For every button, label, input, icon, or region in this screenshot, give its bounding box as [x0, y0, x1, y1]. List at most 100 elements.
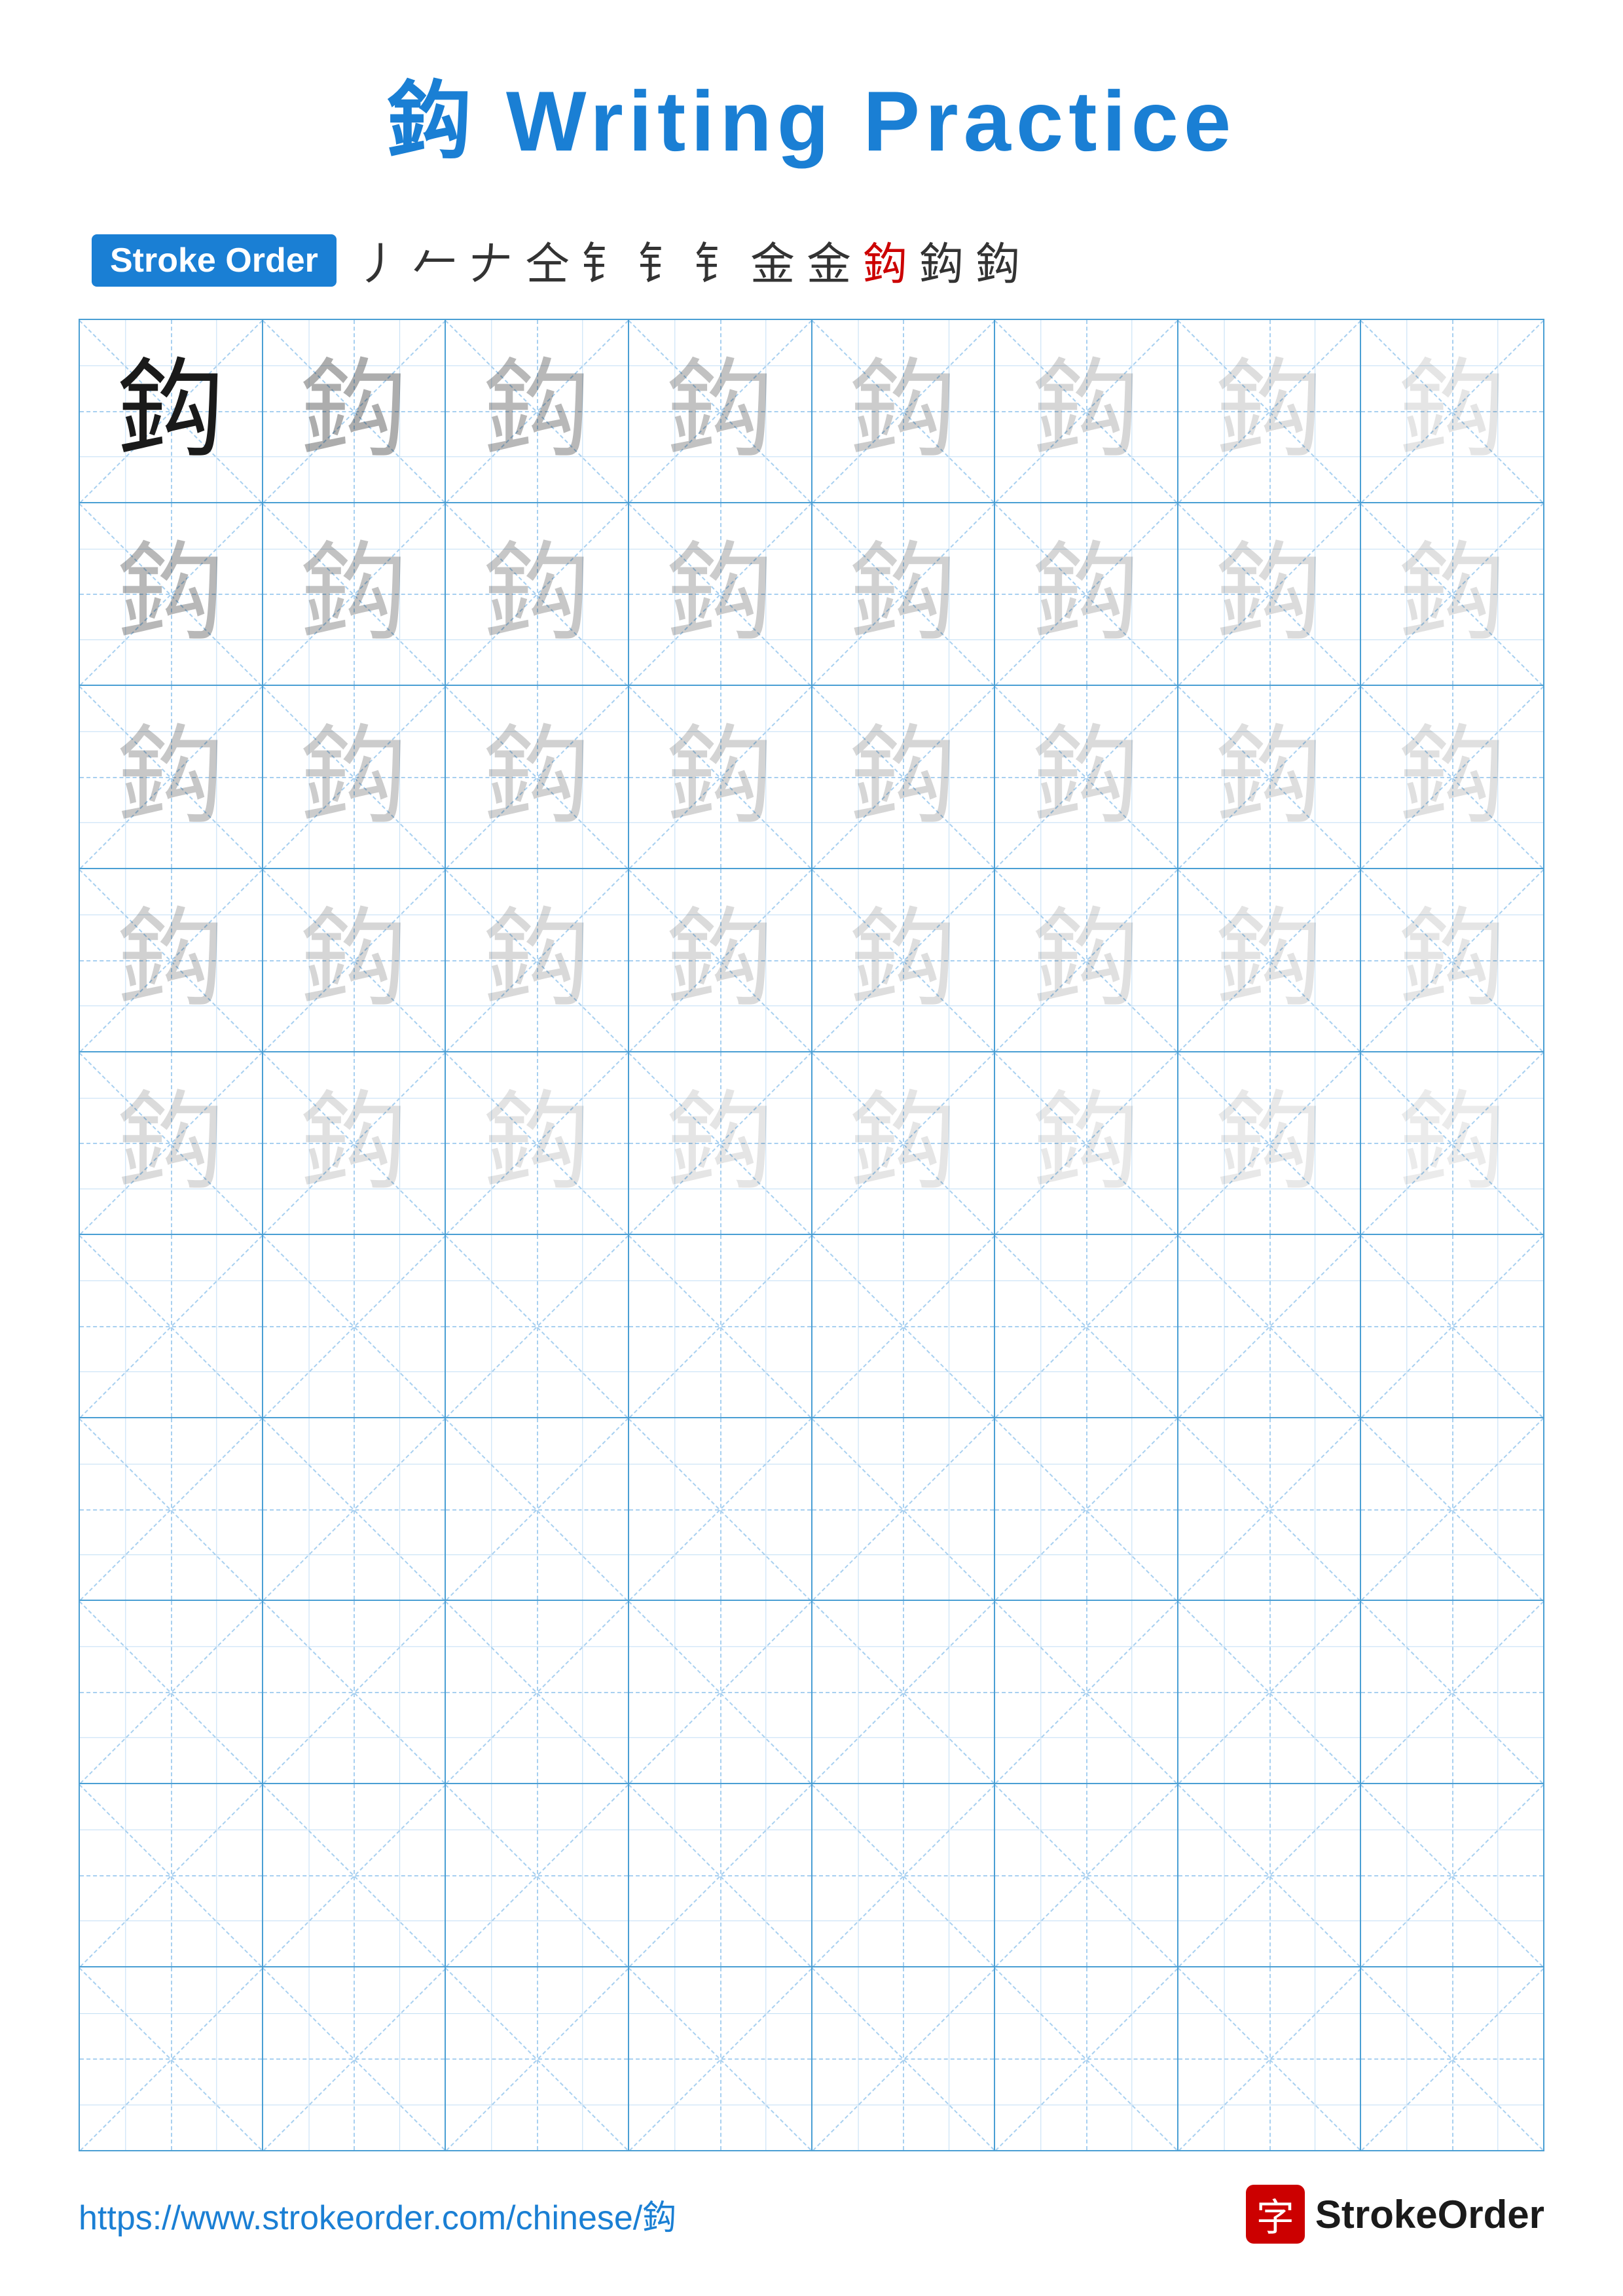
grid-cell: [995, 1418, 1178, 1602]
practice-char: 鈎: [300, 906, 408, 1014]
grid-cell: [1361, 1967, 1543, 2151]
practice-char: 鈎: [666, 1089, 774, 1197]
v-dash-line: [903, 1967, 904, 2151]
stroke-10: 鈎: [863, 228, 907, 293]
stroke-1: 丿: [356, 228, 401, 293]
grid-cell: [446, 1601, 629, 1784]
v-dash-line: [354, 1601, 355, 1783]
v-dash-line: [903, 1784, 904, 1966]
grid-cell: 鈎: [1178, 320, 1362, 503]
page: 鈎 Writing Practice Stroke Order 丿 𠂉 𠂇 仝 …: [0, 0, 1623, 2296]
grid-cell: 鈎: [263, 869, 447, 1052]
v-dash-line: [1086, 1418, 1087, 1600]
grid-cell: 鈎: [812, 869, 996, 1052]
practice-char: 鈎: [1032, 906, 1140, 1014]
title-text: Writing Practice: [477, 73, 1236, 169]
grid-cell: [812, 1784, 996, 1967]
practice-char: 鈎: [300, 357, 408, 465]
grid-cell: [1361, 1601, 1543, 1784]
v-dash-line: [354, 1784, 355, 1966]
stroke-7: 钅: [694, 228, 739, 293]
practice-char: 鈎: [300, 723, 408, 831]
v-dash-line: [171, 1601, 172, 1783]
stroke-6: 钅: [638, 228, 682, 293]
practice-char: 鈎: [1215, 906, 1323, 1014]
practice-char: 鈎: [849, 906, 957, 1014]
grid-cell: 鈎: [1361, 1052, 1543, 1236]
grid-cell: [1361, 1784, 1543, 1967]
practice-char: 鈎: [849, 723, 957, 831]
v-dash-line: [1452, 1967, 1453, 2151]
grid-cell: [263, 1967, 447, 2151]
grid-cell: 鈎: [446, 320, 629, 503]
grid-row: [80, 1967, 1543, 2151]
v-dash-line: [720, 1418, 721, 1600]
grid-cell: 鈎: [446, 869, 629, 1052]
grid-cell: [263, 1601, 447, 1784]
writing-grid: 鈎鈎鈎鈎鈎鈎鈎鈎鈎鈎鈎鈎鈎鈎鈎鈎鈎鈎鈎鈎鈎鈎鈎鈎鈎鈎鈎鈎鈎鈎鈎鈎鈎鈎鈎鈎鈎鈎鈎鈎: [79, 319, 1544, 2151]
footer-logo-text: StrokeOrder: [1315, 2192, 1544, 2237]
v-dash-line: [720, 1967, 721, 2151]
stroke-12: 鈎: [976, 228, 1020, 293]
practice-char: 鈎: [483, 906, 591, 1014]
grid-cell: 鈎: [629, 686, 812, 869]
practice-char: 鈎: [1032, 723, 1140, 831]
grid-cell: [80, 1235, 263, 1418]
stroke-2: 𠂉: [412, 228, 457, 293]
v-dash-line: [1269, 1418, 1271, 1600]
stroke-3: 𠂇: [469, 228, 513, 293]
practice-char: 鈎: [117, 1089, 225, 1197]
v-dash-line: [1269, 1784, 1271, 1966]
footer-url: https://www.strokeorder.com/chinese/鈎: [79, 2190, 676, 2239]
grid-cell: [629, 1235, 812, 1418]
practice-char: 鈎: [483, 1089, 591, 1197]
v-dash-line: [171, 1418, 172, 1600]
grid-cell: [812, 1418, 996, 1602]
v-dash-line: [1086, 1235, 1087, 1417]
v-dash-line: [537, 1418, 538, 1600]
v-dash-line: [720, 1235, 721, 1417]
practice-char: 鈎: [1215, 1089, 1323, 1197]
v-dash-line: [171, 1784, 172, 1966]
practice-char: 鈎: [1398, 1089, 1506, 1197]
practice-char: 鈎: [666, 540, 774, 648]
stroke-chars: 丿 𠂉 𠂇 仝 钅 钅 钅 金 金 鈎 鈎 鈎: [356, 228, 1020, 293]
v-dash-line: [1269, 1967, 1271, 2151]
stroke-order-row: Stroke Order 丿 𠂉 𠂇 仝 钅 钅 钅 金 金 鈎 鈎 鈎: [79, 228, 1544, 293]
grid-row: 鈎鈎鈎鈎鈎鈎鈎鈎: [80, 869, 1543, 1052]
practice-char: 鈎: [666, 357, 774, 465]
grid-cell: 鈎: [1178, 869, 1362, 1052]
grid-cell: 鈎: [812, 320, 996, 503]
grid-cell: [995, 1601, 1178, 1784]
grid-cell: [629, 1784, 812, 1967]
v-dash-line: [171, 1235, 172, 1417]
grid-row: 鈎鈎鈎鈎鈎鈎鈎鈎: [80, 686, 1543, 869]
v-dash-line: [1086, 1967, 1087, 2151]
v-dash-line: [720, 1601, 721, 1783]
grid-cell: [80, 1601, 263, 1784]
v-dash-line: [1452, 1418, 1453, 1600]
grid-cell: 鈎: [446, 686, 629, 869]
grid-cell: 鈎: [1178, 1052, 1362, 1236]
grid-cell: 鈎: [263, 1052, 447, 1236]
v-dash-line: [1086, 1601, 1087, 1783]
stroke-8: 金: [750, 228, 795, 293]
grid-cell: [446, 1967, 629, 2151]
grid-cell: 鈎: [995, 869, 1178, 1052]
grid-cell: 鈎: [446, 1052, 629, 1236]
practice-char: 鈎: [849, 357, 957, 465]
grid-cell: [995, 1784, 1178, 1967]
grid-cell: 鈎: [263, 320, 447, 503]
practice-char: 鈎: [849, 1089, 957, 1197]
v-dash-line: [171, 1967, 172, 2151]
grid-cell: [446, 1235, 629, 1418]
grid-cell: 鈎: [1178, 686, 1362, 869]
grid-cell: 鈎: [263, 503, 447, 687]
practice-char: 鈎: [1398, 540, 1506, 648]
grid-cell: [629, 1601, 812, 1784]
grid-cell: 鈎: [629, 320, 812, 503]
practice-char: 鈎: [1398, 906, 1506, 1014]
practice-char: 鈎: [1032, 540, 1140, 648]
stroke-order-badge: Stroke Order: [92, 234, 337, 287]
title-char: 鈎: [387, 73, 477, 169]
